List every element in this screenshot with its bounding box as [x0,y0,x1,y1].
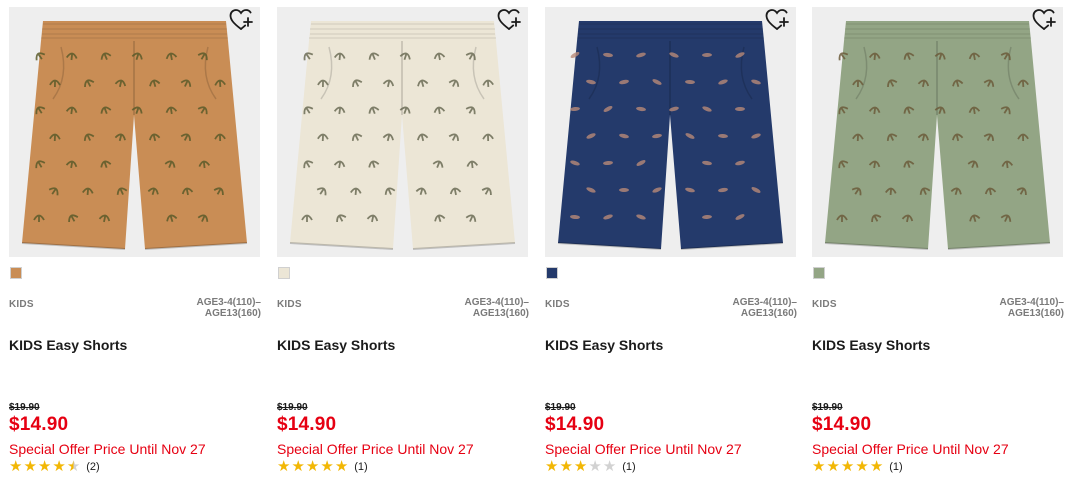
original-price: $19.90 [277,402,308,413]
product-name[interactable]: KIDS Easy Shorts [277,337,395,353]
shorts-illustration [277,7,528,257]
product-image[interactable] [9,7,260,257]
star-icon: ★ [9,458,23,475]
rating-stars: ★★★★★ [812,458,884,476]
review-count: (1) [354,461,368,473]
shorts-illustration [812,7,1063,257]
shorts-illustration [9,7,260,257]
star-icon: ★ [869,458,884,475]
sale-price: $14.90 [277,414,337,435]
star-icon: ★ [602,458,617,475]
product-grid: KIDS AGE3-4(110)– AGE13(160) KIDS Easy S… [0,0,1080,484]
sale-price: $14.90 [812,414,872,435]
offer-text: Special Offer Price Until Nov 27 [9,441,206,457]
star-icon: ★ [559,458,573,475]
size-range: AGE3-4(110)– AGE13(160) [999,297,1064,319]
heart-plus-icon[interactable] [1032,8,1058,32]
product-image[interactable] [812,7,1063,257]
heart-plus-icon[interactable] [229,8,255,32]
star-icon: ★ [826,458,840,475]
rating: ★★★★★ (1) [277,459,368,475]
star-icon: ★ [52,458,66,475]
size-range: AGE3-4(110)– AGE13(160) [196,297,261,319]
product-image[interactable] [545,7,796,257]
rating-stars: ★★★★★ [9,458,81,476]
original-price: $19.90 [545,402,576,413]
star-icon: ★ [305,458,320,475]
product-category: KIDS [277,299,302,310]
star-icon: ★ [37,458,52,475]
rating: ★★★★★ (1) [545,459,636,475]
product-category: KIDS [545,299,570,310]
shorts-illustration [545,7,796,257]
star-icon: ★ [66,458,81,475]
sale-price: $14.90 [545,414,605,435]
product-card[interactable]: KIDS AGE3-4(110)– AGE13(160) KIDS Easy S… [9,0,261,484]
size-range: AGE3-4(110)– AGE13(160) [464,297,529,319]
product-category: KIDS [812,299,837,310]
color-swatch[interactable] [813,267,825,279]
star-icon: ★ [320,458,334,475]
heart-plus-icon[interactable] [765,8,791,32]
product-name[interactable]: KIDS Easy Shorts [545,337,663,353]
review-count: (1) [889,461,903,473]
star-icon: ★ [573,458,588,475]
rating: ★★★★★ (2) [9,459,100,475]
size-range: AGE3-4(110)– AGE13(160) [732,297,797,319]
star-icon: ★ [855,458,869,475]
star-icon: ★ [840,458,855,475]
product-image[interactable] [277,7,528,257]
star-icon: ★ [334,458,349,475]
color-swatch[interactable] [10,267,22,279]
star-icon: ★ [545,458,559,475]
star-icon: ★ [291,458,305,475]
original-price: $19.90 [9,402,40,413]
rating-stars: ★★★★★ [277,458,349,476]
offer-text: Special Offer Price Until Nov 27 [812,441,1009,457]
product-category: KIDS [9,299,34,310]
star-icon: ★ [588,458,602,475]
review-count: (1) [622,461,636,473]
product-name[interactable]: KIDS Easy Shorts [9,337,127,353]
rating-stars: ★★★★★ [545,458,617,476]
color-swatch[interactable] [546,267,558,279]
offer-text: Special Offer Price Until Nov 27 [545,441,742,457]
product-card[interactable]: KIDS AGE3-4(110)– AGE13(160) KIDS Easy S… [812,0,1064,484]
color-swatch[interactable] [278,267,290,279]
product-card[interactable]: KIDS AGE3-4(110)– AGE13(160) KIDS Easy S… [277,0,529,484]
offer-text: Special Offer Price Until Nov 27 [277,441,474,457]
star-icon: ★ [23,458,37,475]
review-count: (2) [86,461,100,473]
sale-price: $14.90 [9,414,69,435]
original-price: $19.90 [812,402,843,413]
product-name[interactable]: KIDS Easy Shorts [812,337,930,353]
star-icon: ★ [812,458,826,475]
star-icon: ★ [277,458,291,475]
product-card[interactable]: KIDS AGE3-4(110)– AGE13(160) KIDS Easy S… [545,0,797,484]
heart-plus-icon[interactable] [497,8,523,32]
rating: ★★★★★ (1) [812,459,903,475]
